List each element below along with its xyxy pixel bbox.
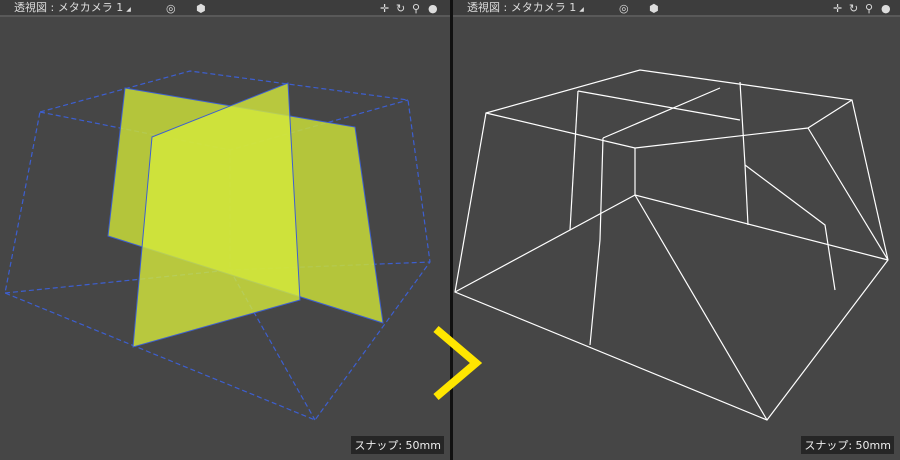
shading-icon[interactable]: ● — [428, 1, 438, 16]
zoom-icon[interactable]: ⚲ — [865, 1, 873, 16]
right-scene — [454, 69, 889, 421]
cube-icon[interactable]: ⬢ — [649, 1, 659, 16]
snap-label: スナップ: 50mm — [351, 436, 444, 454]
viewport-header: 透視図 : メタカメラ 1 ◢ ◎ ⬢ ✛ ↻ ⚲ ● — [0, 0, 450, 17]
shading-icon[interactable]: ● — [881, 1, 891, 16]
zoom-icon[interactable]: ⚲ — [412, 1, 420, 16]
move-icon[interactable]: ✛ — [380, 1, 389, 16]
viewport-title-menu[interactable]: 透視図 : メタカメラ 1 ◢ — [14, 0, 131, 17]
target-icon[interactable]: ◎ — [619, 1, 629, 16]
left-scene — [4, 70, 431, 421]
rotate-icon[interactable]: ↻ — [396, 1, 405, 16]
move-icon[interactable]: ✛ — [833, 1, 842, 16]
target-icon[interactable]: ◎ — [166, 1, 176, 16]
transform-arrow-icon — [433, 325, 482, 401]
result-wireframe — [454, 69, 889, 421]
right-viewport[interactable]: 透視図 : メタカメラ 1 ◢ ◎ ⬢ ✛ ↻ ⚲ ● スナップ: 50mm — [453, 0, 900, 460]
rotate-icon[interactable]: ↻ — [849, 1, 858, 16]
left-viewport[interactable]: 透視図 : メタカメラ 1 ◢ ◎ ⬢ ✛ ↻ ⚲ ● スナップ: 50mm — [0, 0, 450, 460]
viewport-header: 透視図 : メタカメラ 1 ◢ ◎ ⬢ ✛ ↻ ⚲ ● — [453, 0, 900, 17]
viewport-title-menu[interactable]: 透視図 : メタカメラ 1 ◢ — [467, 0, 584, 17]
snap-label: スナップ: 50mm — [801, 436, 894, 454]
viewport-title: 透視図 : メタカメラ 1 — [14, 1, 124, 14]
cube-icon[interactable]: ⬢ — [196, 1, 206, 16]
viewport-title: 透視図 : メタカメラ 1 — [467, 1, 577, 14]
